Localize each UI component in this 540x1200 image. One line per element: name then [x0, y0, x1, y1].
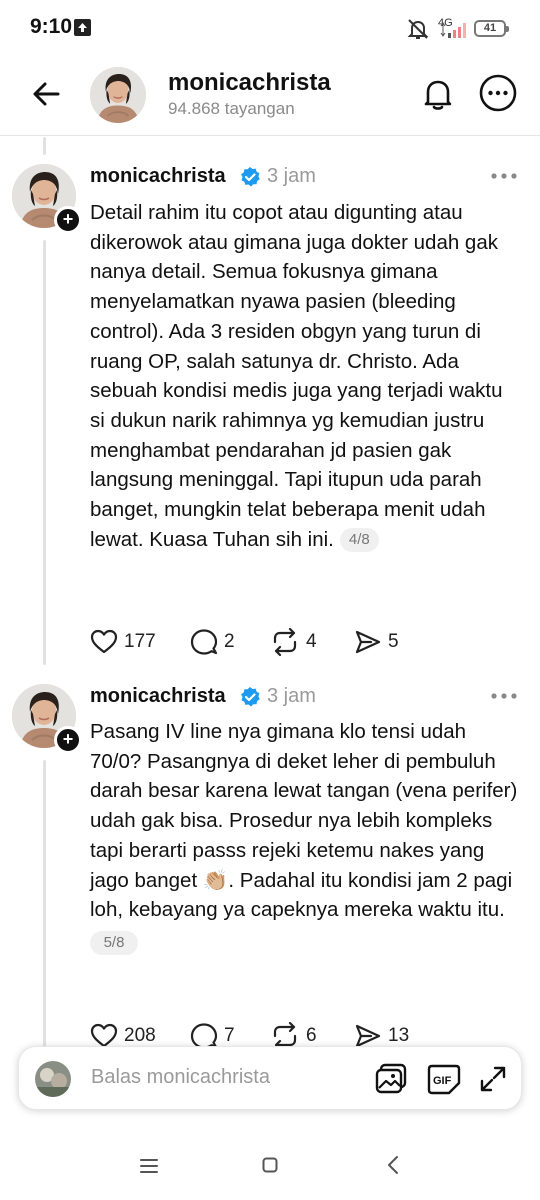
page-indicator: 4/8 — [339, 527, 379, 552]
header-views: 94.868 tayangan — [168, 99, 295, 118]
reply-count: 2 — [224, 631, 235, 652]
thread-line-top — [43, 137, 46, 155]
reply-button[interactable]: 2 — [190, 626, 235, 658]
header-avatar[interactable] — [90, 67, 146, 123]
like-button[interactable]: 177 — [90, 626, 156, 658]
system-nav-bar — [0, 1140, 540, 1200]
post-avatar[interactable]: + — [12, 684, 82, 754]
mute-bell-icon — [407, 19, 429, 39]
repost-count: 4 — [306, 631, 317, 652]
header-username[interactable]: monicachrista — [168, 69, 331, 97]
reply-avatar — [35, 1061, 71, 1097]
home-icon[interactable] — [262, 1157, 278, 1173]
repost-button[interactable]: 4 — [270, 626, 317, 658]
repost-count: 6 — [306, 1025, 317, 1046]
expand-icon[interactable] — [479, 1065, 507, 1093]
share-count: 13 — [388, 1025, 410, 1046]
thread-line-2 — [43, 760, 46, 1050]
back-icon[interactable] — [386, 1155, 400, 1175]
status-time: 9:10 — [30, 15, 73, 38]
thread-line-1 — [43, 240, 46, 665]
heart-icon — [90, 629, 118, 654]
follow-plus-icon[interactable]: + — [54, 726, 82, 754]
reply-count: 7 — [224, 1025, 235, 1046]
post-text: Pasang IV line nya gimana klo tensi udah… — [90, 717, 522, 955]
bell-icon[interactable] — [418, 74, 458, 114]
image-icon[interactable] — [375, 1063, 409, 1095]
signal-icon — [440, 22, 466, 38]
battery-indicator: 41 — [474, 20, 509, 37]
verified-badge-icon — [241, 167, 260, 187]
svg-text:GIF: GIF — [433, 1075, 452, 1087]
reply-input[interactable] — [91, 1066, 351, 1089]
post-text: Detail rahim itu copot atau digunting at… — [90, 198, 522, 554]
like-count: 177 — [124, 631, 156, 652]
back-arrow-icon[interactable] — [28, 76, 64, 112]
like-count: 208 — [124, 1025, 156, 1046]
page-indicator: 5/8 — [90, 930, 138, 955]
more-circle-icon[interactable] — [478, 73, 518, 113]
follow-plus-icon[interactable]: + — [54, 206, 82, 234]
upload-notification-icon — [74, 19, 91, 36]
menu-icon[interactable] — [140, 1158, 158, 1174]
post-avatar[interactable]: + — [12, 164, 82, 234]
post-more-icon[interactable] — [490, 692, 518, 700]
post-time: 3 jam — [267, 685, 316, 707]
post-author[interactable]: monicachrista — [90, 165, 226, 188]
post-body: Pasang IV line nya gimana klo tensi udah… — [90, 720, 518, 922]
send-icon — [355, 630, 381, 654]
verified-badge-icon — [241, 687, 260, 707]
gif-icon[interactable]: GIF — [427, 1063, 461, 1095]
thread-header: monicachrista 94.868 tayangan — [0, 56, 540, 136]
post-more-icon[interactable] — [490, 172, 518, 180]
post-body: Detail rahim itu copot atau digunting at… — [90, 201, 503, 551]
post-author[interactable]: monicachrista — [90, 685, 226, 708]
status-bar: 9:10 4G 41 — [0, 0, 540, 56]
share-button[interactable]: 5 — [354, 626, 399, 658]
repost-icon — [273, 628, 297, 656]
post-actions: 177 2 4 5 — [90, 626, 510, 658]
reply-composer: GIF — [18, 1046, 522, 1110]
post-time: 3 jam — [267, 165, 316, 187]
share-count: 5 — [388, 631, 399, 652]
comment-icon — [190, 629, 218, 655]
